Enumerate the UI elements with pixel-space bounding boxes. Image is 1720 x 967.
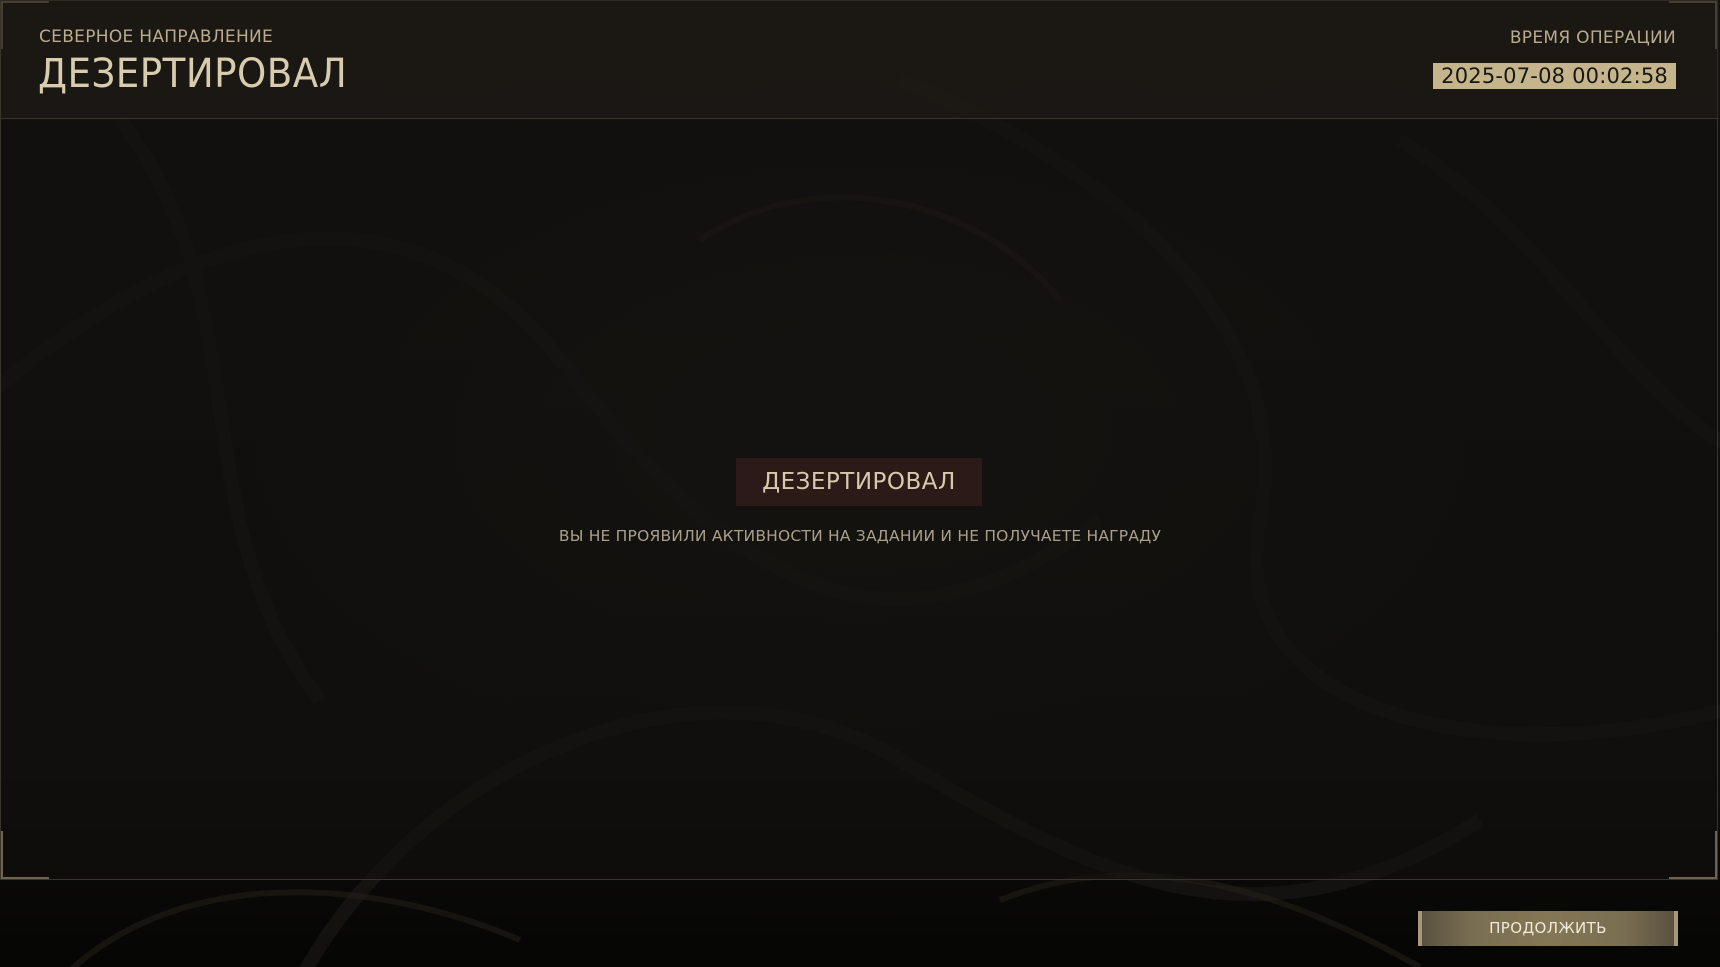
corner-decoration-bottom-left — [1, 831, 49, 879]
result-panel: СЕВЕРНОЕ НАПРАВЛЕНИЕ ДЕЗЕРТИРОВАЛ ВРЕМЯ … — [0, 0, 1719, 880]
operation-time-label: ВРЕМЯ ОПЕРАЦИИ — [1509, 28, 1676, 48]
status-badge: ДЕЗЕРТИРОВАЛ — [736, 458, 982, 506]
page-title: ДЕЗЕРТИРОВАЛ — [38, 51, 348, 97]
operation-time-value: 2025-07-08 00:02:58 — [1433, 63, 1676, 89]
results-screen: СЕВЕРНОЕ НАПРАВЛЕНИЕ ДЕЗЕРТИРОВАЛ ВРЕМЯ … — [0, 0, 1720, 967]
status-message: ВЫ НЕ ПРОЯВИЛИ АКТИВНОСТИ НА ЗАДАНИИ И Н… — [558, 527, 1162, 545]
direction-label: СЕВЕРНОЕ НАПРАВЛЕНИЕ — [39, 27, 274, 47]
result-header: СЕВЕРНОЕ НАПРАВЛЕНИЕ ДЕЗЕРТИРОВАЛ ВРЕМЯ … — [1, 1, 1719, 119]
continue-button[interactable]: ПРОДОЛЖИТЬ — [1418, 911, 1678, 946]
corner-decoration-bottom-right — [1669, 831, 1717, 879]
